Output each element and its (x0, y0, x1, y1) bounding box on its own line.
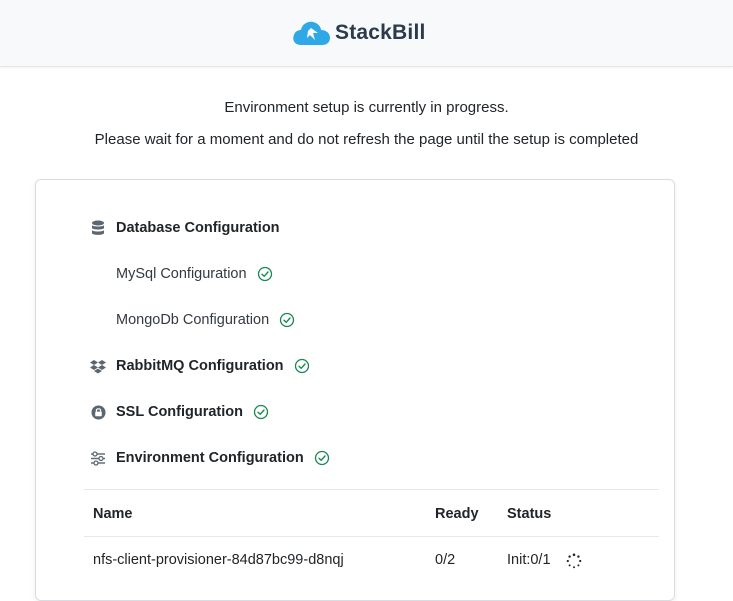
check-circle-icon (279, 312, 295, 328)
step-rabbitmq: RabbitMQ Configuration (90, 355, 310, 377)
table-top-divider (84, 489, 659, 490)
check-circle-icon (294, 358, 310, 374)
setup-status-card: Database Configuration MySql Configurati… (35, 179, 675, 601)
check-circle-icon (314, 450, 330, 466)
column-header-status: Status (507, 506, 552, 522)
brand-logo[interactable]: StackBill (291, 17, 426, 49)
pod-ready: 0/2 (435, 552, 456, 568)
sliders-icon (90, 450, 106, 466)
step-mysql-label: MySql Configuration (116, 266, 247, 282)
step-environment: Environment Configuration (90, 447, 330, 469)
step-rabbitmq-label: RabbitMQ Configuration (116, 358, 284, 374)
step-mysql: MySql Configuration (116, 263, 273, 285)
lock-icon (90, 404, 106, 420)
database-icon (90, 220, 106, 236)
progress-message: Environment setup is currently in progre… (224, 99, 509, 116)
dropbox-icon (90, 358, 106, 374)
table-header-divider (84, 536, 659, 537)
step-environment-label: Environment Configuration (116, 450, 304, 466)
step-ssl-label: SSL Configuration (116, 404, 244, 420)
check-circle-icon (253, 404, 269, 420)
step-mongodb-label: MongoDb Configuration (116, 312, 270, 328)
wait-message: Please wait for a moment and do not refr… (94, 131, 639, 148)
column-header-ready: Ready (435, 506, 479, 522)
brand-name: StackBill (335, 21, 426, 44)
cloud-logo-icon (293, 21, 330, 45)
step-database: Database Configuration (90, 217, 280, 239)
step-database-label: Database Configuration (116, 220, 280, 236)
step-mongodb: MongoDb Configuration (116, 309, 295, 331)
pod-name: nfs-client-provisioner-84d87bc99-d8nqj (93, 552, 344, 568)
check-circle-icon (257, 266, 273, 282)
column-header-name: Name (93, 506, 133, 522)
loading-spinner-icon (566, 553, 582, 569)
step-ssl: SSL Configuration (90, 401, 269, 423)
top-header: StackBill (0, 0, 733, 67)
pod-status: Init:0/1 (507, 552, 551, 568)
